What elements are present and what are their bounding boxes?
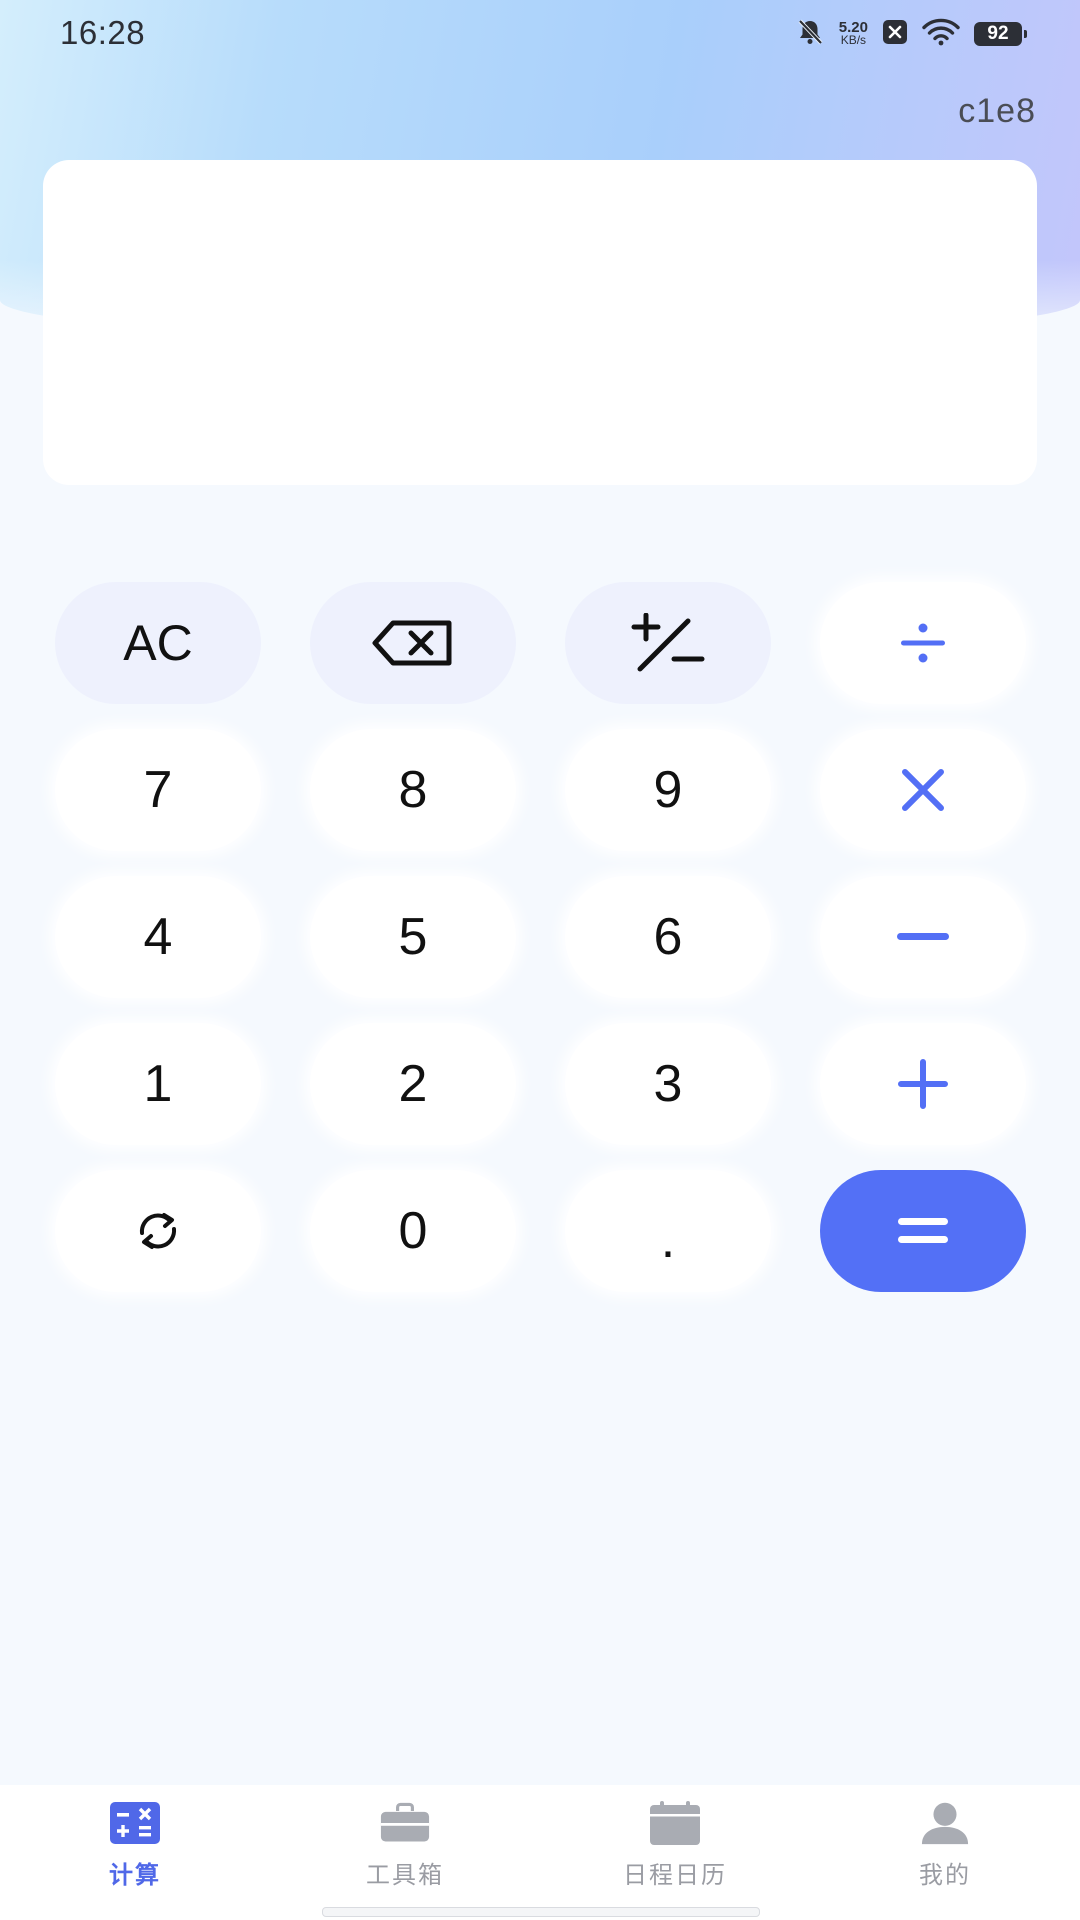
plus-minus-icon	[630, 613, 706, 673]
status-time: 16:28	[60, 14, 146, 51]
digit-4-button[interactable]: 4	[55, 876, 261, 998]
status-bar: 16:28 5.20 KB/s 92	[0, 0, 1080, 66]
toolbox-icon	[380, 1801, 430, 1845]
digit-3-label: 3	[653, 1055, 683, 1113]
multiply-icon	[899, 766, 947, 814]
app-notification-icon	[882, 19, 908, 50]
divide-button[interactable]	[820, 582, 1026, 704]
multiply-button[interactable]	[820, 729, 1026, 851]
nav-label-profile: 我的	[919, 1862, 971, 1889]
status-icons: 5.20 KB/s 92	[795, 16, 1027, 52]
calendar-icon	[650, 1801, 700, 1845]
nav-item-calendar[interactable]: 日程日历	[540, 1785, 810, 1920]
nav-label-toolbox: 工具箱	[366, 1862, 444, 1889]
nav-label-calendar: 日程日历	[623, 1862, 727, 1889]
digit-5-label: 5	[398, 908, 428, 966]
digit-0-label: 0	[398, 1202, 428, 1260]
bottom-nav: 计算 工具箱 日程日历 我的	[0, 1785, 1080, 1920]
minus-button[interactable]	[820, 876, 1026, 998]
calculator-icon	[110, 1801, 160, 1845]
network-speed: 5.20 KB/s	[839, 20, 868, 47]
refresh-button[interactable]	[55, 1170, 261, 1292]
battery-indicator: 92	[974, 22, 1027, 46]
toggle-sign-button[interactable]	[565, 582, 771, 704]
user-icon	[920, 1801, 970, 1845]
clear-button-label: AC	[123, 615, 193, 671]
plus-icon	[898, 1059, 948, 1109]
mute-bell-icon	[795, 17, 825, 52]
wifi-icon	[922, 18, 960, 51]
backspace-button[interactable]	[310, 582, 516, 704]
digit-6-button[interactable]: 6	[565, 876, 771, 998]
backspace-icon	[371, 618, 455, 668]
keypad: AC 7 8 9 4 5 6 1 2 3 0 .	[55, 582, 1026, 1292]
digit-9-label: 9	[653, 761, 683, 819]
mode-label[interactable]: c1e8	[958, 92, 1036, 131]
refresh-icon	[134, 1209, 182, 1253]
decimal-button[interactable]: .	[565, 1170, 771, 1292]
nav-item-calculate[interactable]: 计算	[0, 1785, 270, 1920]
clear-button[interactable]: AC	[55, 582, 261, 704]
plus-button[interactable]	[820, 1023, 1026, 1145]
minus-icon	[896, 932, 950, 942]
digit-1-label: 1	[143, 1055, 173, 1113]
digit-0-button[interactable]: 0	[310, 1170, 516, 1292]
digit-6-label: 6	[653, 908, 683, 966]
equals-icon	[897, 1214, 949, 1248]
digit-7-button[interactable]: 7	[55, 729, 261, 851]
network-speed-unit: KB/s	[840, 33, 867, 47]
calculator-display	[43, 160, 1037, 485]
digit-1-button[interactable]: 1	[55, 1023, 261, 1145]
digit-5-button[interactable]: 5	[310, 876, 516, 998]
nav-label-calculate: 计算	[109, 1862, 161, 1889]
home-indicator[interactable]	[322, 1907, 760, 1917]
divide-icon	[898, 620, 948, 666]
digit-4-label: 4	[143, 908, 173, 966]
digit-8-button[interactable]: 8	[310, 729, 516, 851]
nav-item-toolbox[interactable]: 工具箱	[270, 1785, 540, 1920]
nav-item-profile[interactable]: 我的	[810, 1785, 1080, 1920]
decimal-label: .	[660, 1211, 676, 1269]
digit-3-button[interactable]: 3	[565, 1023, 771, 1145]
digit-2-label: 2	[398, 1055, 428, 1113]
digit-2-button[interactable]: 2	[310, 1023, 516, 1145]
digit-7-label: 7	[143, 761, 173, 819]
digit-9-button[interactable]: 9	[565, 729, 771, 851]
equals-button[interactable]	[820, 1170, 1026, 1292]
digit-8-label: 8	[398, 761, 428, 819]
